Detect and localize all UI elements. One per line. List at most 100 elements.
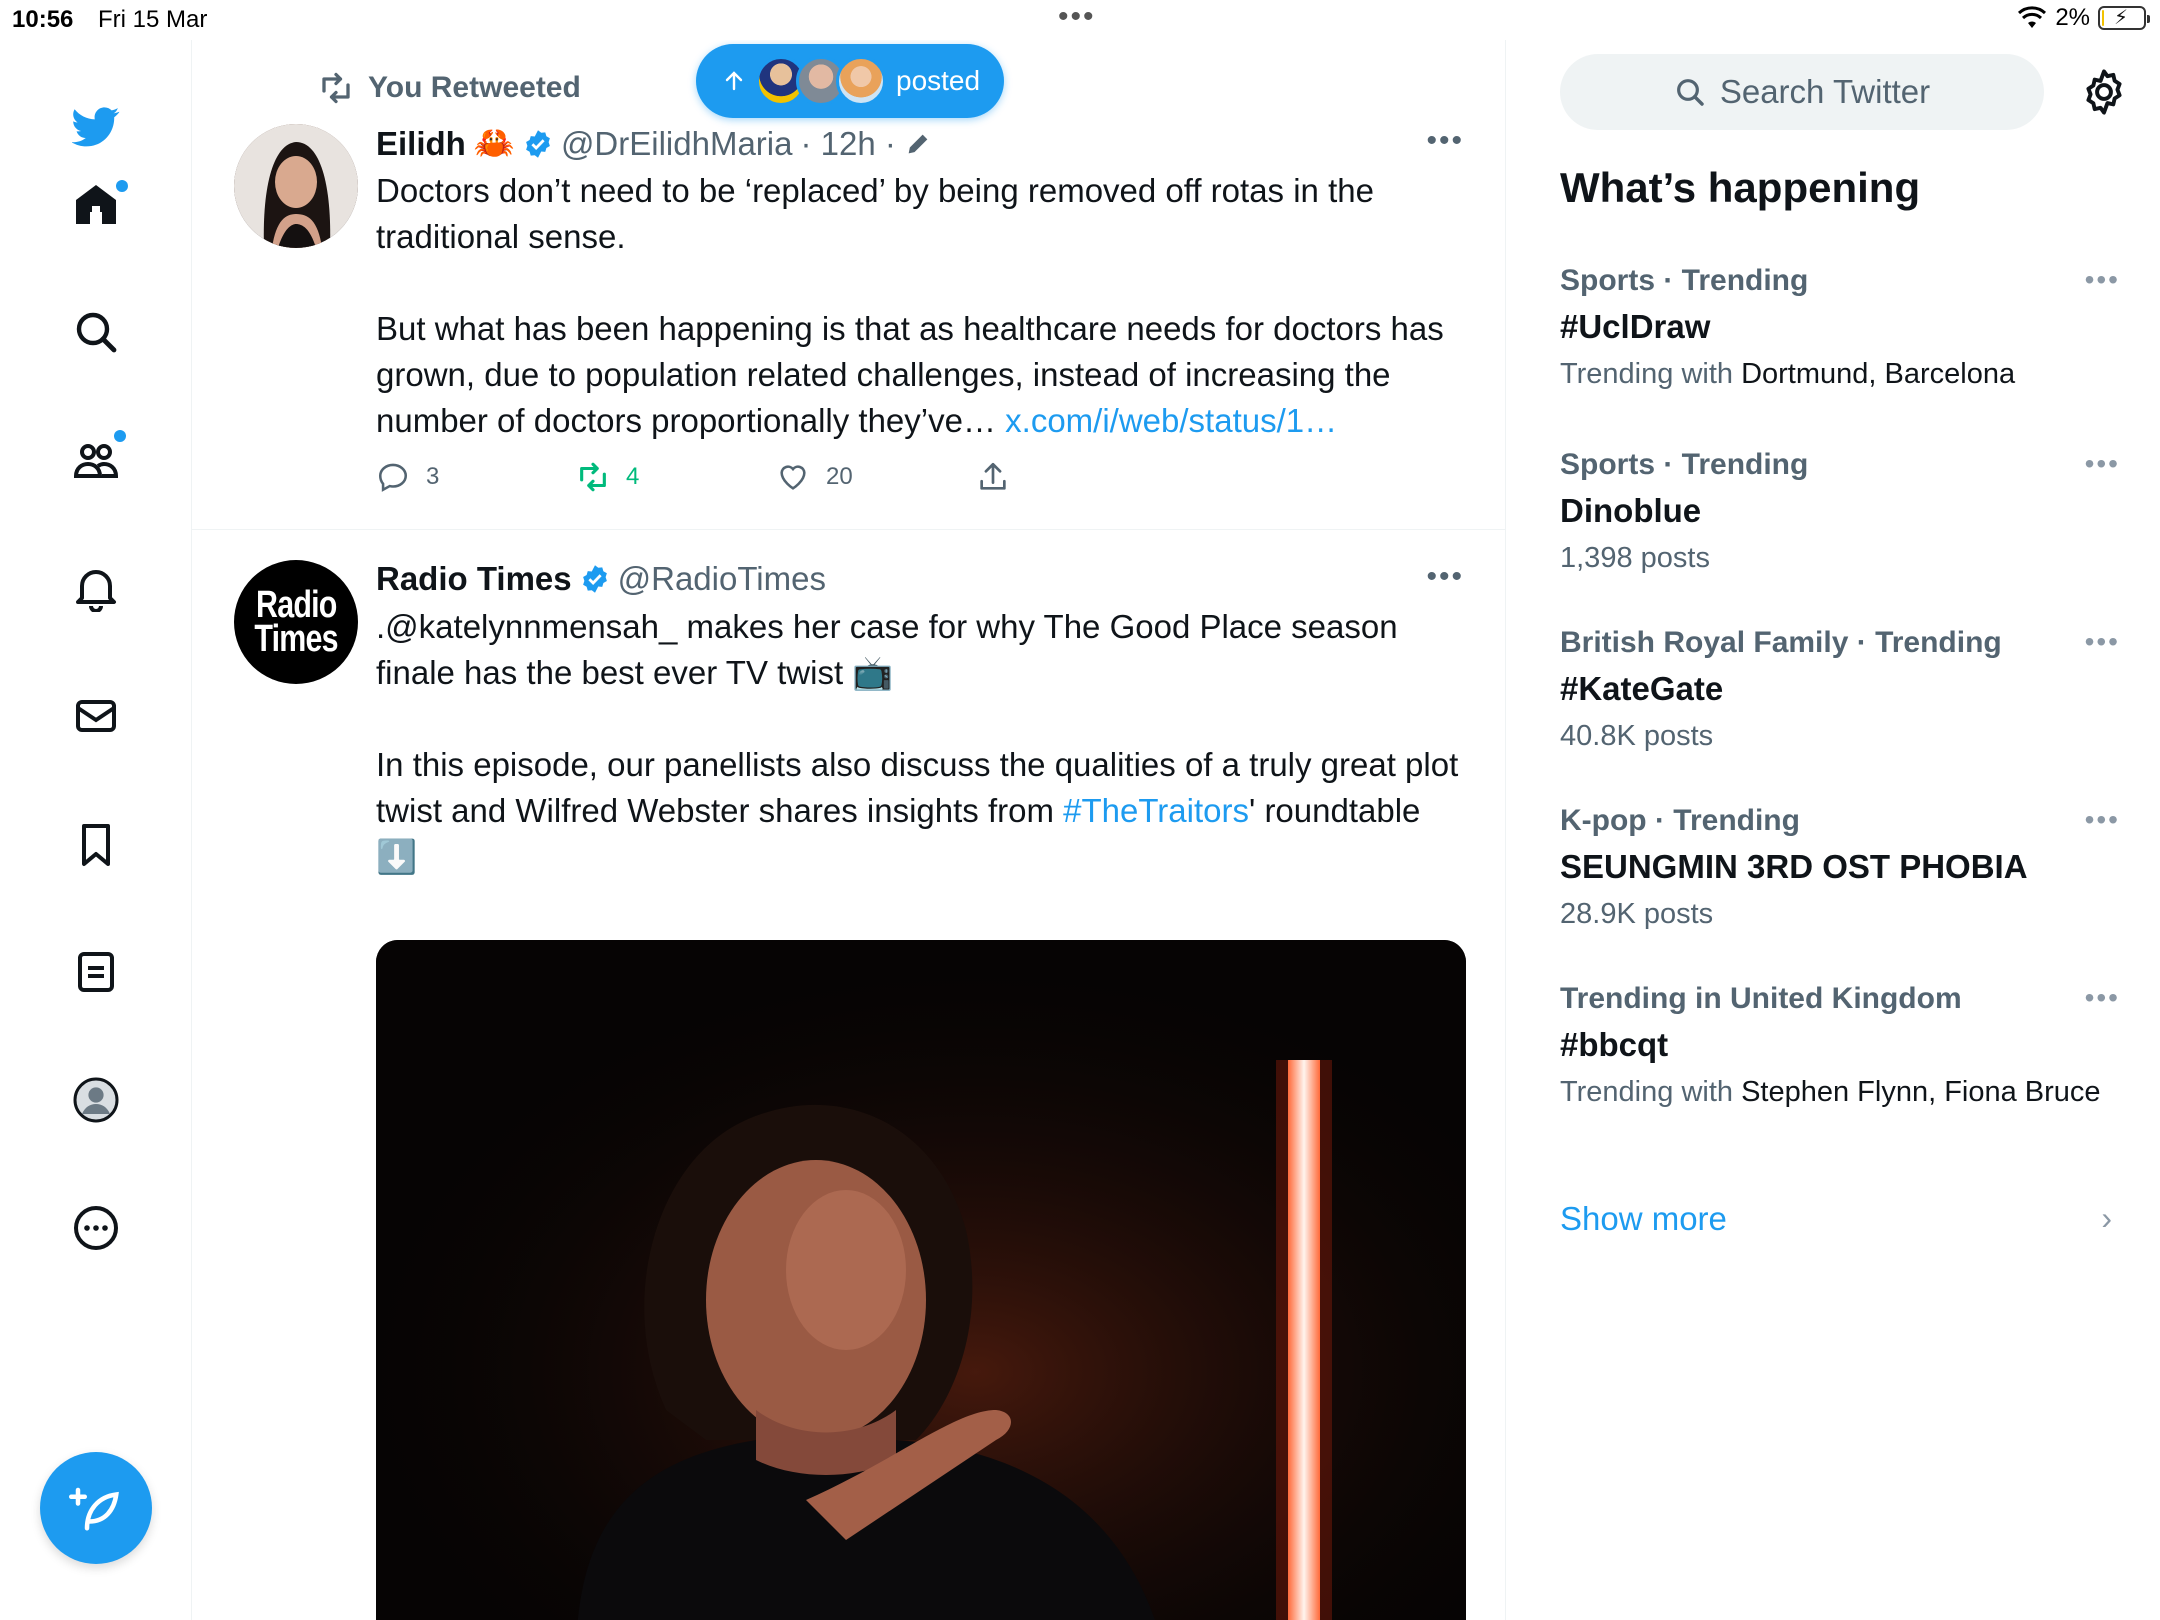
tweet-header: Radio Times @RadioTimes <box>376 560 826 598</box>
home-icon[interactable] <box>58 166 134 242</box>
tweet[interactable]: Radio Times Radio Times @RadioTimes ••• … <box>192 530 1505 1620</box>
retweet-context-label: You Retweeted <box>368 71 581 104</box>
avatar-photo <box>234 124 358 248</box>
trend-sub: 28.9K posts <box>1560 898 1714 930</box>
retweet-button[interactable]: 4 <box>576 460 776 494</box>
trend-sub: Trending with Dortmund, Barcelona <box>1560 356 2120 392</box>
messages-envelope-icon[interactable] <box>58 678 134 754</box>
status-right: 2% ⚡ <box>2017 4 2150 32</box>
left-nav <box>0 40 192 1620</box>
tweet-video[interactable] <box>376 940 1466 1620</box>
retweet-count: 4 <box>626 463 640 490</box>
more-options-icon[interactable] <box>58 1190 134 1266</box>
trend-name: #UclDraw <box>1560 308 1711 345</box>
trend-more-icon[interactable]: ••• <box>2085 804 2120 836</box>
home-notification-dot <box>116 180 128 192</box>
search-icon <box>1676 79 1704 106</box>
reply-button[interactable]: 3 <box>376 460 576 494</box>
notifications-bell-icon[interactable] <box>58 550 134 626</box>
edited-pencil-icon <box>908 134 928 153</box>
trend-name: Dinoblue <box>1560 492 1702 529</box>
compose-feather-icon <box>69 1487 119 1531</box>
verified-badge-icon <box>526 129 550 158</box>
settings-gear-icon[interactable] <box>2078 66 2130 118</box>
trend-item[interactable]: Sports · Trending Dinoblue 1,398 posts •… <box>1560 448 2120 576</box>
trend-sub-value: Dortmund, Barcelona <box>1741 358 2016 390</box>
trend-item[interactable]: Trending in United Kingdom #bbcqt Trendi… <box>1560 982 2120 1110</box>
right-sidebar: Search Twitter What’s happening Sports ·… <box>1506 40 2160 1620</box>
communities-icon[interactable] <box>58 422 134 498</box>
trend-sub: 40.8K posts <box>1560 720 1714 752</box>
lists-icon[interactable] <box>58 934 134 1010</box>
video-frame <box>376 940 1466 1620</box>
new-posts-label: posted <box>896 65 981 96</box>
tweet-text-p1: .@katelynnmensah_ makes her case for why… <box>376 608 1407 691</box>
trend-more-icon[interactable]: ••• <box>2085 448 2120 480</box>
tweet-actions: 3 4 20 <box>376 460 1176 494</box>
trend-name: #bbcqt <box>1560 1026 1669 1063</box>
tweet-more-icon[interactable]: ••• <box>1426 124 1464 158</box>
profile-avatar-icon[interactable] <box>58 1062 134 1138</box>
charging-bolt-icon: ⚡ <box>2114 7 2129 29</box>
trend-item[interactable]: British Royal Family · Trending #KateGat… <box>1560 626 2120 754</box>
like-count: 20 <box>826 463 853 490</box>
communities-notification-dot <box>114 430 126 442</box>
explore-search-icon[interactable] <box>58 294 134 370</box>
retweet-context: You Retweeted <box>318 70 581 106</box>
battery-percent: 2% <box>2055 4 2090 31</box>
bookmarks-icon[interactable] <box>58 806 134 882</box>
pill-avatars <box>756 56 886 106</box>
crab-emoji: 🦀 <box>473 124 515 161</box>
trend-more-icon[interactable]: ••• <box>2085 626 2120 658</box>
twitter-logo-icon[interactable] <box>58 88 134 164</box>
heart-icon <box>780 465 806 490</box>
avatar[interactable] <box>234 124 358 248</box>
show-more-label: Show more <box>1560 1200 1727 1237</box>
tweet-link[interactable]: x.com/i/web/status/1… <box>1005 402 1337 439</box>
multitasking-dots[interactable]: ••• <box>1058 0 1096 34</box>
trend-sub-value: Stephen Flynn, Fiona Bruce <box>1741 1076 2101 1108</box>
avatar-logo-text-1: Radio <box>255 584 337 626</box>
trend-item[interactable]: Sports · Trending #UclDraw Trending with… <box>1560 264 2120 392</box>
tweet-text-p1: Doctors don’t need to be ‘replaced’ by b… <box>376 172 1384 255</box>
author-name[interactable]: Eilidh <box>376 125 466 163</box>
trend-meta: Sports · Trending <box>1560 264 1809 297</box>
arrow-up-icon <box>725 71 743 91</box>
retweet-icon <box>322 72 350 104</box>
status-time: 10:56 <box>12 6 74 33</box>
trend-meta: K-pop · Trending <box>1560 804 1800 837</box>
trend-sub-prefix: Trending with <box>1560 358 1742 390</box>
status-bar: 10:56 Fri 15 Mar ••• 2% ⚡ <box>0 0 2160 40</box>
show-more-link[interactable]: Show more › <box>1560 1200 2120 1238</box>
trend-name: SEUNGMIN 3RD OST PHOBIA <box>1560 848 2028 885</box>
trend-meta: British Royal Family · Trending <box>1560 626 2002 659</box>
status-date: Fri 15 Mar <box>98 6 208 33</box>
share-button[interactable] <box>976 460 1176 494</box>
pill-avatar <box>836 56 886 106</box>
battery-icon: ⚡ <box>2098 6 2150 30</box>
retweet-active-icon <box>580 462 606 492</box>
trend-item[interactable]: K-pop · Trending SEUNGMIN 3RD OST PHOBIA… <box>1560 804 2120 932</box>
tweet-text: .@katelynnmensah_ makes her case for why… <box>376 604 1466 880</box>
trend-meta: Trending in United Kingdom <box>1560 982 1962 1015</box>
avatar-logo-text-2: Times <box>254 618 338 660</box>
author-handle[interactable]: @RadioTimes <box>618 560 826 598</box>
search-input[interactable]: Search Twitter <box>1560 54 2044 130</box>
verified-badge-icon <box>582 565 607 593</box>
avatar[interactable]: Radio Times <box>234 560 358 684</box>
tweet-more-icon[interactable]: ••• <box>1426 560 1464 594</box>
timeline[interactable]: You Retweeted Eilidh 🦀 @DrEilidhMaria · … <box>192 40 1506 1620</box>
author-name[interactable]: Radio Times <box>376 560 572 598</box>
hashtag-link[interactable]: #TheTraitors <box>1063 792 1249 829</box>
tweet-time[interactable]: · 12h · <box>801 125 896 163</box>
reply-count: 3 <box>426 463 440 490</box>
share-icon <box>980 462 1006 490</box>
trend-more-icon[interactable]: ••• <box>2085 982 2120 1014</box>
reply-icon <box>378 463 408 492</box>
chevron-right-icon: › <box>2101 1200 2112 1236</box>
like-button[interactable]: 20 <box>776 460 976 494</box>
author-handle[interactable]: @DrEilidhMaria <box>561 125 793 163</box>
trend-more-icon[interactable]: ••• <box>2085 264 2120 296</box>
compose-tweet-button[interactable] <box>40 1452 152 1564</box>
new-posts-pill[interactable]: posted <box>696 44 1004 118</box>
